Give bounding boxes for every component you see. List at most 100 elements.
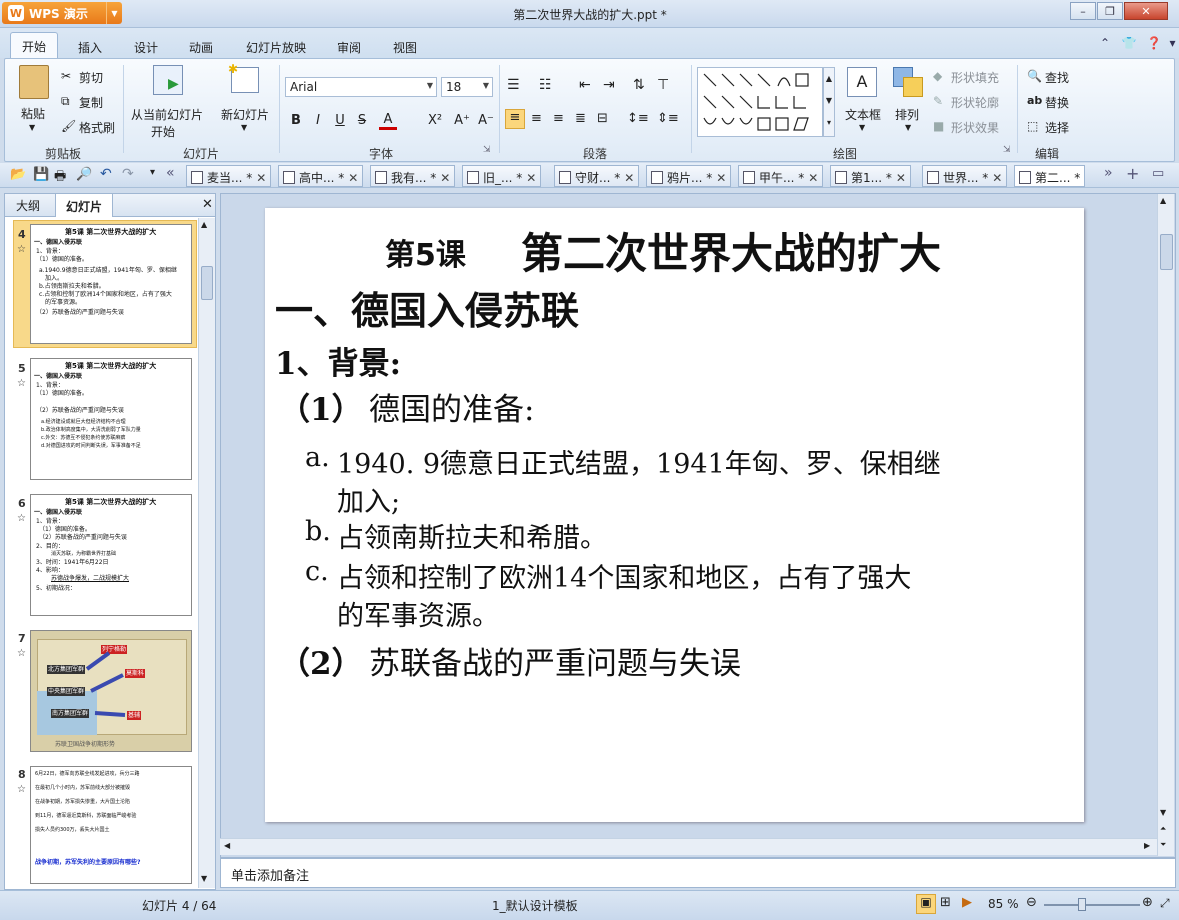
distribute-icon[interactable]: ⊟ (597, 111, 608, 126)
close-icon[interactable]: ✕ (992, 171, 1002, 185)
list-item[interactable]: 1940. 9德意日正式结盟，1941年匈、罗、保相继 (337, 442, 941, 481)
slide-thumbnail[interactable]: 第5课 第二次世界大战的扩大 一、德国入侵苏联 1、背景： （1）德国的准备。 … (30, 358, 192, 480)
align-left-icon[interactable]: ≡ (505, 109, 525, 129)
chevron-down-icon[interactable]: ▾ (1169, 36, 1175, 50)
list-item-continuation[interactable]: 的军事资源。 (337, 594, 499, 633)
line-spacing-icon[interactable]: ↕≡ (627, 111, 649, 126)
new-tab-icon[interactable]: + (1126, 164, 1139, 183)
font-size-select[interactable]: 18 ▼ (441, 77, 493, 97)
print-icon[interactable]: 🖶 (54, 167, 66, 189)
slide-thumbnail[interactable]: 列宁格勒 北方集团军群 莫斯科 中央集团军群 南方集团军群 基辅 苏联卫国战争初… (30, 630, 192, 752)
next-slide-icon[interactable]: ⏷ (1160, 840, 1166, 850)
align-center-icon[interactable]: ≡ (531, 111, 542, 126)
print-preview-icon[interactable]: 🔎 (76, 167, 92, 182)
arrange-button[interactable]: 排列 (895, 106, 919, 123)
increase-indent-icon[interactable]: ⇥ (603, 77, 615, 93)
shape-fill-button[interactable]: 形状填充 (951, 69, 999, 86)
copy-icon[interactable]: ⧉ (61, 94, 70, 109)
superscript-button[interactable]: X² (423, 112, 447, 130)
close-icon[interactable]: ✕ (440, 171, 450, 185)
replace-button[interactable]: 替换 (1045, 94, 1069, 111)
slide-canvas[interactable]: 第5课 第二次世界大战的扩大 一、德国入侵苏联 1、背景: （1） 德国的准备:… (265, 208, 1084, 822)
select-button[interactable]: 选择 (1045, 119, 1069, 136)
doc-tab[interactable]: 鸦片... * ✕ (646, 165, 732, 187)
paste-icon[interactable] (19, 65, 49, 99)
shapes-gallery[interactable] (697, 67, 823, 137)
tab-review[interactable]: 审阅 (337, 39, 361, 56)
bold-button[interactable]: B (287, 112, 305, 130)
horizontal-scrollbar[interactable]: ◀ ▶ (220, 838, 1157, 855)
justify-icon[interactable]: ≣ (575, 111, 586, 126)
strikethrough-button[interactable]: S (353, 112, 371, 130)
arrange-icon[interactable] (893, 67, 923, 97)
panel-scrollbar[interactable]: ▲ ▼ (198, 218, 215, 888)
chevron-down-icon[interactable]: ▼ (905, 123, 911, 132)
doc-tab[interactable]: 第1... * ✕ (830, 165, 911, 187)
cut-button[interactable]: 剪切 (79, 69, 103, 86)
text-box-button[interactable]: 文本框 (845, 106, 881, 123)
tab-design[interactable]: 设计 (134, 39, 158, 56)
new-slide-icon[interactable]: ✱ (228, 62, 259, 93)
dialog-launcher-icon[interactable]: ⇲ (483, 145, 491, 155)
undo-icon[interactable]: ↶ (100, 166, 112, 182)
close-button[interactable]: ✕ (1124, 2, 1168, 20)
open-icon[interactable]: 📂 (10, 167, 26, 182)
doc-tab[interactable]: 甲午... * ✕ (738, 165, 824, 187)
find-button[interactable]: 查找 (1045, 69, 1069, 86)
play-from-current-label-2[interactable]: 开始 (151, 123, 175, 140)
vertical-scrollbar[interactable]: ▲ ▼ ⏶ ⏷ (1157, 194, 1174, 856)
slide-title[interactable]: 第二次世界大战的扩大 (521, 220, 941, 281)
scroll-thumb[interactable] (1160, 234, 1173, 270)
slide-lesson-number[interactable]: 第5课 (385, 230, 466, 274)
select-icon[interactable]: ⬚ (1027, 119, 1038, 133)
find-icon[interactable]: 🔍 (1027, 69, 1042, 83)
list-item-continuation[interactable]: 加入; (337, 480, 400, 519)
paragraph-spacing-icon[interactable]: ⇕≡ (657, 111, 679, 126)
doc-tab[interactable]: 我有... * ✕ (370, 165, 456, 187)
list-item[interactable]: 占领和控制了欧洲14个国家和地区，占有了强大 (337, 556, 911, 595)
close-icon[interactable]: ✕ (256, 171, 266, 185)
shape-fill-icon[interactable]: ◆ (933, 69, 942, 83)
close-icon[interactable]: ✕ (624, 171, 634, 185)
close-icon[interactable]: ✕ (202, 197, 213, 212)
format-painter-icon[interactable]: 🖌 (61, 119, 76, 133)
minimize-button[interactable]: – (1070, 2, 1096, 20)
decrease-indent-icon[interactable]: ⇤ (579, 77, 591, 93)
doc-tab[interactable]: 守财... * ✕ (554, 165, 640, 187)
play-from-current-icon[interactable]: ▶ (153, 65, 183, 95)
dialog-launcher-icon[interactable]: ⇲ (1003, 145, 1011, 155)
slide-heading-2[interactable]: 1、背景: (275, 338, 401, 383)
doc-tab[interactable]: 旧_... * ✕ (462, 165, 542, 187)
play-from-current-button[interactable]: 从当前幻灯片 (131, 106, 203, 123)
scroll-down-icon[interactable]: ▼ (1160, 808, 1166, 817)
close-icon[interactable]: ✕ (808, 171, 818, 185)
skin-icon[interactable]: 👕 (1122, 36, 1137, 50)
scroll-left-icon[interactable]: ◀ (224, 841, 230, 850)
scroll-up-icon[interactable]: ▲ (1160, 196, 1166, 205)
tab-animation[interactable]: 动画 (189, 39, 213, 56)
list-item[interactable]: 占领南斯拉夫和希腊。 (337, 516, 607, 555)
bullets-icon[interactable]: ☰ (507, 77, 520, 93)
zoom-out-icon[interactable]: ⊖ (1026, 895, 1037, 910)
doc-tab[interactable]: 高中... * ✕ (278, 165, 364, 187)
previous-slide-icon[interactable]: ⏶ (1160, 824, 1166, 834)
new-slide-button[interactable]: 新幻灯片 (221, 106, 269, 123)
help-icon[interactable]: ❓ (1147, 36, 1162, 50)
close-icon[interactable]: ✕ (716, 171, 726, 185)
collapse-ribbon-icon[interactable]: ⌃ (1100, 36, 1110, 50)
slide-subheading-1[interactable]: 德国的准备: (369, 384, 534, 429)
fit-window-icon[interactable]: ⤢ (1160, 896, 1170, 911)
shapes-gallery-scroll[interactable]: ▲ ▼ ▾ (823, 67, 835, 137)
tab-view[interactable]: 视图 (393, 39, 417, 56)
tabs-scroll-left-icon[interactable]: « (166, 165, 175, 181)
tab-outline[interactable]: 大纲 (16, 197, 40, 214)
numbering-icon[interactable]: ☷ (539, 77, 552, 93)
shape-effect-icon[interactable]: ■ (933, 119, 944, 133)
tab-home[interactable]: 开始 (10, 32, 58, 59)
app-menu-button[interactable]: W WPS 演示 ▼ (2, 2, 122, 24)
close-icon[interactable]: ✕ (348, 171, 358, 185)
shape-outline-button[interactable]: 形状轮廓 (951, 94, 999, 111)
zoom-slider[interactable] (1044, 904, 1140, 906)
scroll-right-icon[interactable]: ▶ (1144, 841, 1150, 850)
normal-view-icon[interactable]: ▣ (916, 894, 936, 914)
